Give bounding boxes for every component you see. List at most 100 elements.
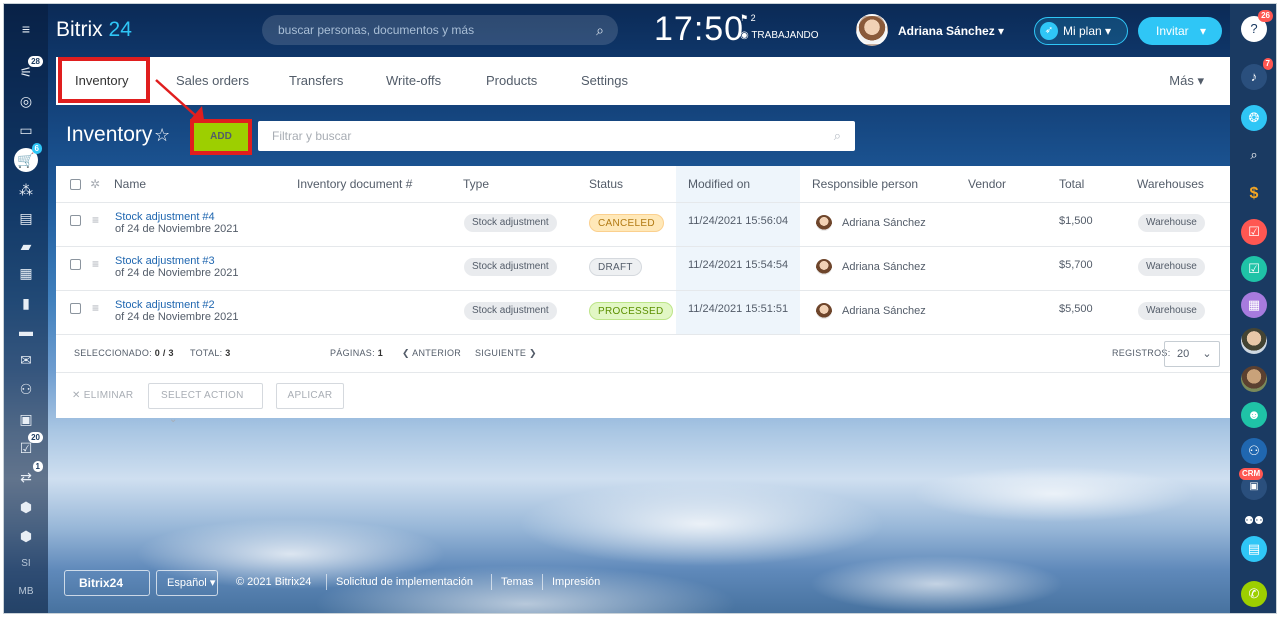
records-per-page-select[interactable]: 20 ⌄ — [1164, 341, 1220, 367]
calendar-app-icon[interactable]: ▦ — [1241, 292, 1267, 318]
status-badge: PROCESSED — [589, 302, 673, 320]
contact-avatar[interactable] — [1241, 328, 1267, 354]
user-icon[interactable]: ☻ — [1241, 402, 1267, 428]
tab-transfers[interactable]: Transfers — [289, 57, 343, 105]
chat-bubble-icon[interactable]: ❂ — [1241, 105, 1267, 131]
row-menu-icon[interactable]: ≡ — [92, 213, 99, 227]
search-icon[interactable]: ⌕ — [834, 121, 841, 151]
global-search-input[interactable]: buscar personas, documentos y más ⌕ — [262, 15, 618, 45]
responsible-person[interactable]: Adriana Sánchez — [842, 305, 926, 317]
mail-icon[interactable]: ✉ — [13, 349, 39, 371]
tab-settings[interactable]: Settings — [581, 57, 628, 105]
column-name[interactable]: Name — [114, 166, 146, 203]
people-group-icon[interactable]: ⚉⚉ — [1241, 508, 1267, 534]
implementation-request-link[interactable]: Solicitud de implementación — [336, 576, 473, 588]
bell-icon[interactable]: ♪ 7 — [1241, 58, 1273, 90]
themes-link[interactable]: Temas — [501, 576, 533, 588]
row-name-link[interactable]: Stock adjustment #4 — [115, 211, 215, 223]
row-menu-icon[interactable]: ≡ — [92, 257, 99, 271]
phone-icon[interactable]: ✆ — [1241, 581, 1267, 607]
contact-avatar[interactable] — [1241, 366, 1267, 392]
invite-button[interactable]: Invitar ▾ — [1138, 17, 1222, 45]
puzzle-icon[interactable]: ⁂ — [13, 179, 39, 201]
user-menu[interactable]: Adriana Sánchez ▾ — [898, 24, 1004, 38]
sidebar-label-mb[interactable]: MB — [13, 581, 39, 603]
tab-inventory[interactable]: Inventory — [75, 57, 128, 105]
avatar[interactable] — [816, 215, 832, 231]
row-menu-icon[interactable]: ≡ — [92, 301, 99, 315]
search-icon[interactable]: ⌕ — [596, 15, 604, 45]
column-responsible-person[interactable]: Responsible person — [812, 166, 918, 203]
row-checkbox[interactable] — [70, 303, 81, 314]
column-warehouses[interactable]: Warehouses — [1137, 166, 1204, 203]
checkbox-app-icon[interactable]: ☑ — [1241, 219, 1267, 245]
status-badge: CANCELED — [589, 214, 664, 232]
column-total[interactable]: Total — [1059, 166, 1084, 203]
star-icon[interactable]: ☆ — [154, 125, 170, 146]
row-checkbox[interactable] — [70, 259, 81, 270]
avatar[interactable] — [816, 259, 832, 275]
add-button[interactable]: ADD — [194, 123, 248, 151]
language-select[interactable]: Español ▾ — [156, 570, 218, 596]
table-row[interactable]: ≡ Stock adjustment #3 of 24 de Noviembre… — [56, 247, 1230, 291]
document-icon[interactable]: ▮ — [13, 292, 39, 314]
task-app-icon[interactable]: ☑ — [1241, 256, 1267, 282]
work-status[interactable]: ◉ TRABAJANDO — [740, 30, 819, 41]
chat-icon[interactable]: ▰ — [13, 235, 39, 257]
group-icon[interactable]: ⚇ — [13, 378, 39, 400]
user-avatar[interactable] — [856, 14, 888, 46]
delete-button[interactable]: ✕ ELIMINAR — [72, 390, 133, 401]
sidebar-label-si[interactable]: SI — [13, 553, 39, 575]
bitrix24-footer-logo[interactable]: Bitrix24 — [64, 570, 150, 596]
column-document-number[interactable]: Inventory document # — [297, 166, 412, 203]
column-status[interactable]: Status — [589, 166, 623, 203]
column-modified-on[interactable]: Modified on — [688, 166, 750, 203]
bitrix-logo[interactable]: Bitrix 24 — [56, 18, 132, 42]
help-icon[interactable]: ? 26 — [1241, 10, 1273, 42]
box-icon[interactable]: ⬢ — [13, 496, 39, 518]
next-page-link[interactable]: SIGUIENTE ❯ — [475, 348, 537, 359]
column-type[interactable]: Type — [463, 166, 489, 203]
hamburger-menu-icon[interactable]: ≡ — [13, 18, 39, 40]
window-icon[interactable]: ▭ — [13, 119, 39, 141]
tab-write-offs[interactable]: Write-offs — [386, 57, 441, 105]
responsible-person[interactable]: Adriana Sánchez — [842, 261, 926, 273]
select-all-checkbox[interactable] — [70, 179, 81, 190]
box2-icon[interactable]: ⬢ — [13, 525, 39, 547]
selected-count: SELECCIONADO: 0 / 3 — [74, 348, 174, 358]
inbox-icon[interactable]: ⇄ 1 — [13, 461, 43, 488]
clock[interactable]: 17:50 — [654, 10, 744, 49]
select-action-dropdown[interactable]: SELECT ACTION ⌄ — [148, 383, 263, 425]
print-link[interactable]: Impresión — [552, 576, 600, 588]
calendar-icon[interactable]: ▦ — [13, 262, 39, 284]
table-row[interactable]: ≡ Stock adjustment #4 of 24 de Noviembre… — [56, 203, 1230, 247]
drive-icon[interactable]: ▬ — [13, 320, 39, 342]
row-checkbox[interactable] — [70, 215, 81, 226]
dollar-icon[interactable]: $ — [1241, 181, 1267, 207]
chevron-down-icon: ▾ — [998, 24, 1005, 38]
target-icon[interactable]: ◎ — [13, 90, 39, 112]
group-chat-icon[interactable]: ⚇ — [1241, 438, 1267, 464]
apply-button[interactable]: APLICAR — [276, 383, 344, 409]
row-name-link[interactable]: Stock adjustment #2 — [115, 299, 215, 311]
column-vendor[interactable]: Vendor — [968, 166, 1006, 203]
prev-page-link[interactable]: ❮ ANTERIOR — [402, 348, 461, 359]
row-name-link[interactable]: Stock adjustment #3 — [115, 255, 215, 267]
task-check-icon[interactable]: ☑ 20 — [13, 432, 43, 459]
feed-icon[interactable]: ⚟ 28 — [13, 56, 43, 83]
contact-card-icon[interactable]: ▣ — [13, 408, 39, 430]
responsible-person[interactable]: Adriana Sánchez — [842, 217, 926, 229]
table-row[interactable]: ≡ Stock adjustment #2 of 24 de Noviembre… — [56, 291, 1230, 335]
crm-icon[interactable]: CRM ▣ — [1239, 468, 1267, 500]
row-date-sub: of 24 de Noviembre 2021 — [115, 311, 239, 323]
avatar[interactable] — [816, 303, 832, 319]
open-lines-icon[interactable]: ▤ — [1241, 536, 1267, 562]
filter-search-input[interactable]: Filtrar y buscar ⌕ — [258, 121, 855, 151]
list-icon[interactable]: ▤ — [13, 207, 39, 229]
tab-products[interactable]: Products — [486, 57, 537, 105]
gear-icon[interactable]: ✲ — [90, 177, 100, 191]
shopping-cart-icon[interactable]: 🛒 6 — [14, 143, 42, 172]
my-plan-button[interactable]: ➶ Mi plan ▾ — [1034, 17, 1128, 45]
search-icon[interactable]: ⌕ — [1241, 142, 1267, 168]
tab-more[interactable]: Más ▾ — [1169, 57, 1204, 105]
